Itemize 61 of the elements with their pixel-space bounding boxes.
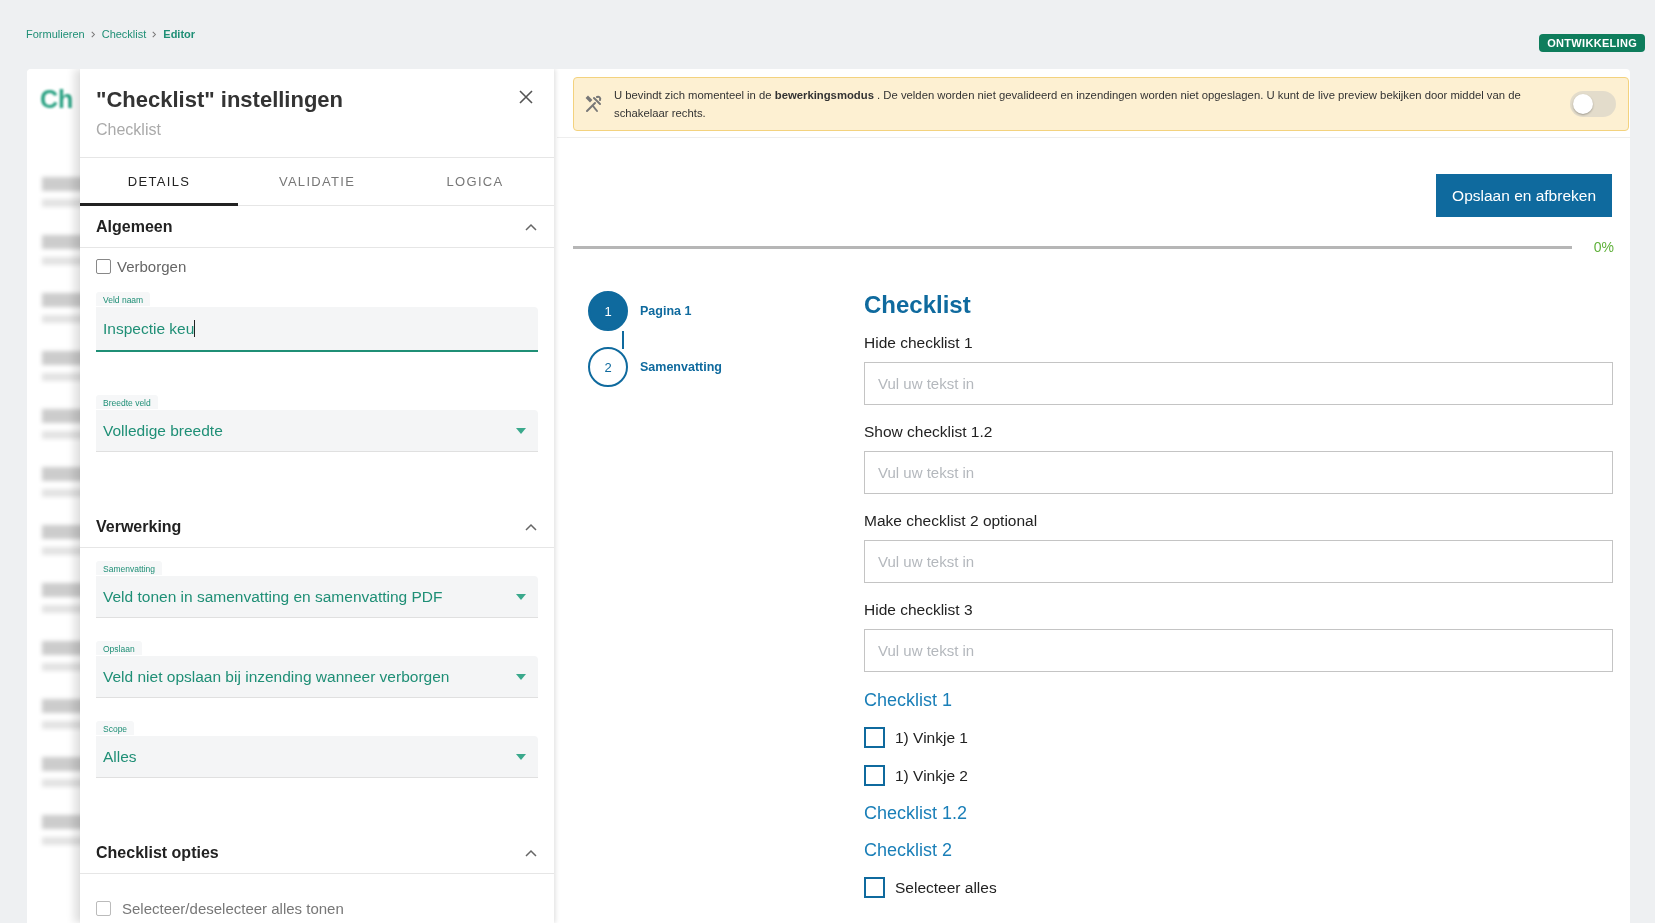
field-label: Opslaan (96, 641, 142, 655)
section-title: Algemeen (96, 218, 173, 236)
dropdown[interactable]: Veld niet opslaan bij inzending wanneer verborgen (96, 656, 538, 698)
current-page-text: Editor (163, 28, 196, 40)
text-input[interactable]: Vul uw tekst in (864, 540, 1613, 583)
panel-subtitle: Checklist (96, 121, 162, 139)
caret-icon (516, 593, 526, 600)
checklist-heading: Checklist 1 (864, 690, 954, 711)
step-link[interactable]: Samenvatting (640, 360, 722, 374)
chevron-right-icon (151, 30, 159, 38)
field-label: Breedte veld (96, 395, 158, 409)
tab[interactable]: LOGICA (396, 158, 554, 206)
chevron-right-icon (89, 30, 97, 38)
field-label: Scope (96, 721, 135, 735)
progress-reading: 0% (1593, 239, 1614, 255)
caret-icon (516, 753, 526, 760)
tab[interactable]: VALIDATIE (238, 158, 396, 206)
caret-icon (516, 673, 526, 680)
checkbox-label: 1) Vinkje 2 (895, 766, 968, 785)
panel-title: "Checklist" instellingen (96, 87, 344, 113)
checkbox[interactable] (864, 765, 885, 786)
checkbox[interactable] (864, 727, 885, 748)
checkbox-label: 1) Vinkje 1 (895, 728, 968, 747)
step-link[interactable]: Pagina 1 (640, 304, 692, 318)
checklist-heading: Checklist 2 (864, 840, 954, 861)
section-title: Checklist opties (96, 844, 219, 862)
step-number[interactable]: 2 (588, 347, 628, 387)
environment-badge: ONTWIKKELING (1539, 34, 1645, 52)
dropdown[interactable]: Veld tonen in samenvatting en samenvatting PDF (96, 576, 538, 618)
step-number[interactable]: 1 (588, 291, 628, 331)
text-input[interactable]: Vul uw tekst in (864, 362, 1613, 405)
caret-icon (516, 427, 526, 434)
checkbox-label: Selecteer alles (895, 878, 997, 897)
breadcrumb-link[interactable]: Formulieren (26, 28, 85, 40)
text-input[interactable]: Vul uw tekst in (864, 629, 1613, 672)
field-label: Samenvatting (96, 561, 162, 575)
checkbox-label: Selecteer/deselecteer alles tonen (122, 900, 344, 917)
checklist-heading: Checklist 1.2 (864, 803, 969, 824)
field-label: Make checklist 2 optional (864, 512, 1039, 530)
section-title: Verwerking (96, 518, 182, 536)
close-icon (518, 89, 534, 105)
field-label: Show checklist 1.2 (864, 423, 994, 441)
checkbox-label: Verborgen (117, 258, 187, 275)
tools-icon (584, 94, 604, 114)
text-input[interactable]: Vul uw tekst in (864, 451, 1613, 494)
input-field[interactable]: Inspectie keu (96, 307, 538, 352)
field-label: Hide checklist 1 (864, 334, 974, 352)
form-title: Checklist (864, 291, 972, 319)
checkbox[interactable] (96, 901, 111, 916)
dropdown[interactable]: Volledige breedte (96, 410, 538, 452)
notice-text: U bevindt zich momenteel in de bewerkingsmodus . De velden worden niet gevalideerd en inzendingen worden niet opgeslagen. U kunt de live preview bekijken door middel van de schakelaar rechts. (614, 88, 1522, 121)
page-title: Ch (40, 85, 75, 114)
dropdown[interactable]: Alles (96, 736, 538, 778)
tab[interactable]: DETAILS (80, 158, 238, 206)
checkbox[interactable] (864, 877, 885, 898)
field-label: Hide checklist 3 (864, 601, 974, 619)
save-button[interactable]: Opslaan en afbreken (1436, 174, 1612, 217)
breadcrumb-link[interactable]: Checklist (101, 28, 147, 40)
checkbox[interactable] (96, 259, 111, 274)
toggle-switch[interactable] (1570, 91, 1616, 117)
field-label: Veld naam (96, 292, 151, 306)
